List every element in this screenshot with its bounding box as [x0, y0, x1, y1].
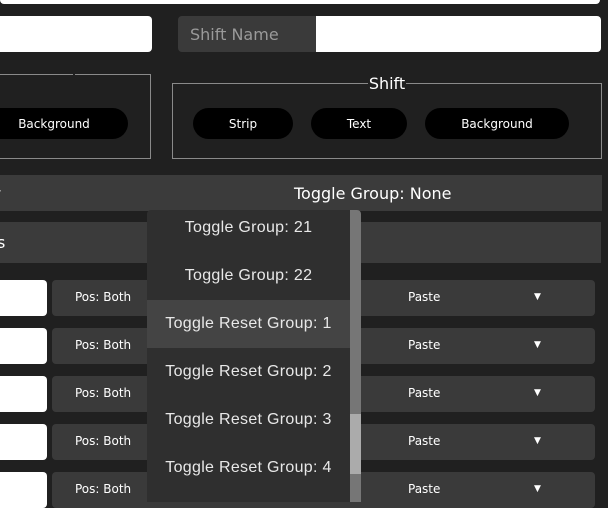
row-input[interactable]: [0, 376, 47, 412]
caret-down-icon[interactable]: ▼: [534, 388, 541, 398]
name-input[interactable]: [0, 16, 152, 52]
pos-select[interactable]: Pos: Both: [75, 386, 131, 400]
bar1-left-text: r: [0, 184, 1, 203]
row-input[interactable]: [0, 472, 47, 508]
row-input[interactable]: [0, 424, 47, 460]
toggle-group-dropdown[interactable]: Toggle Group: 21 Toggle Group: 22 Toggle R…: [147, 210, 361, 502]
caret-down-icon[interactable]: ▼: [534, 340, 541, 350]
dropdown-option[interactable]: Toggle Group: 22: [147, 252, 350, 300]
dropdown-option[interactable]: Toggle Reset Group: 1: [147, 300, 350, 348]
shift-legend: Shift: [368, 74, 406, 93]
dropdown-option[interactable]: Toggle Reset Group: 4: [147, 444, 350, 492]
shift-name-input[interactable]: [316, 16, 601, 52]
dropdown-option[interactable]: Toggle Reset Group: 2: [147, 348, 350, 396]
pos-select[interactable]: Pos: Both: [75, 434, 131, 448]
dropdown-option[interactable]: Toggle Reset Group: 3: [147, 396, 350, 444]
shift-text-button[interactable]: Text: [311, 108, 407, 139]
caret-down-icon[interactable]: ▼: [534, 484, 541, 494]
paste-select[interactable]: Paste: [408, 434, 440, 448]
dropdown-option[interactable]: Toggle Group: 21: [147, 210, 350, 252]
paste-select[interactable]: Paste: [408, 338, 440, 352]
caret-down-icon[interactable]: ▼: [534, 292, 541, 302]
caret-down-icon[interactable]: ▼: [534, 436, 541, 446]
pos-select[interactable]: Pos: Both: [75, 338, 131, 352]
toggle-group-value: Toggle Group: None: [294, 183, 452, 203]
row-input[interactable]: [0, 280, 47, 316]
toggle-group-select[interactable]: r Toggle Group: None: [0, 175, 602, 211]
shift-strip-button[interactable]: Strip: [193, 108, 293, 139]
shift-name-label: Shift Name: [178, 16, 316, 52]
pos-select[interactable]: Pos: Both: [75, 482, 131, 496]
top-input[interactable]: [0, 0, 600, 4]
paste-select[interactable]: Paste: [408, 290, 440, 304]
background-button[interactable]: Background: [0, 108, 128, 139]
paste-select[interactable]: Paste: [408, 386, 440, 400]
scrollbar-thumb[interactable]: [350, 414, 361, 474]
bar2-left-text: s: [0, 233, 6, 252]
shift-background-button[interactable]: Background: [425, 108, 569, 139]
row-input[interactable]: [0, 328, 47, 364]
pos-select[interactable]: Pos: Both: [75, 290, 131, 304]
paste-select[interactable]: Paste: [408, 482, 440, 496]
